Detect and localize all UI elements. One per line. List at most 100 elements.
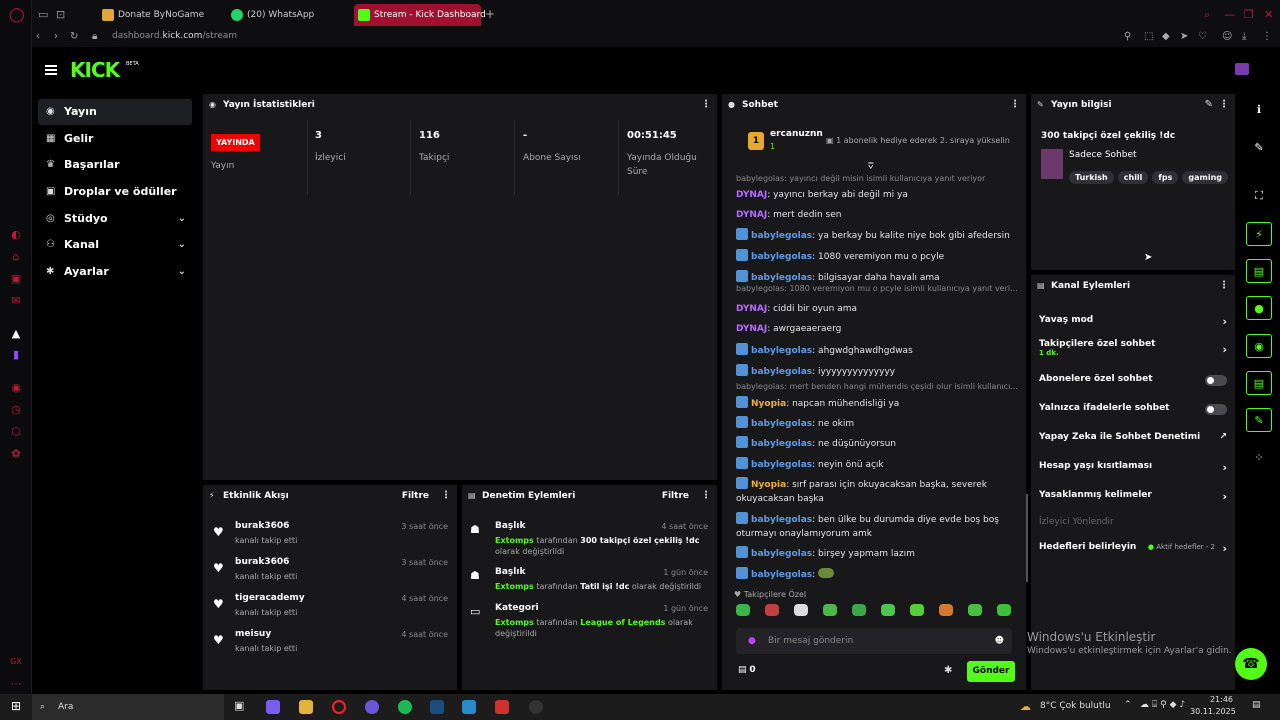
- tag[interactable]: gaming: [1182, 171, 1229, 184]
- messenger-icon[interactable]: ✉: [9, 294, 23, 308]
- microphone-icon[interactable]: ●: [748, 628, 756, 654]
- apps-icon[interactable]: ⁘: [1246, 446, 1272, 470]
- pin-icon[interactable]: ⚲: [1124, 31, 1131, 42]
- aria-icon[interactable]: ◐: [9, 228, 23, 242]
- emoji-icon[interactable]: ☻: [995, 628, 1004, 654]
- emote-icon[interactable]: [968, 604, 982, 616]
- new-tab-icon[interactable]: +: [485, 7, 495, 21]
- tray-icons[interactable]: ☁ ⌸ ⚲ ◆ ♪: [1140, 700, 1185, 710]
- emote-icon[interactable]: [823, 604, 837, 616]
- edit-icon[interactable]: ✎: [1205, 94, 1213, 116]
- tab-island-icon[interactable]: ⊡: [56, 8, 65, 21]
- tag[interactable]: chill: [1117, 171, 1149, 184]
- document-icon[interactable]: ▤: [1246, 259, 1272, 283]
- chat-input[interactable]: ● Bir mesaj gönderin ☻: [736, 628, 1012, 654]
- collapse-icon[interactable]: ⩢: [868, 162, 873, 172]
- chat-username[interactable]: babylegolas: [751, 515, 812, 525]
- steam-icon[interactable]: [430, 700, 444, 714]
- history-icon[interactable]: ◷: [9, 403, 23, 417]
- obs-icon[interactable]: [529, 700, 543, 714]
- points-display[interactable]: ▤ 0: [738, 665, 756, 675]
- chat-username[interactable]: babylegolas: [751, 231, 812, 241]
- chat-username[interactable]: DYNAJ: [736, 304, 767, 314]
- chat-username[interactable]: Nyopia: [751, 399, 786, 409]
- lightning-icon[interactable]: ⚡: [1246, 222, 1272, 246]
- sidebar-item-basarilar[interactable]: ♛ Başarılar: [38, 152, 192, 178]
- chat-username[interactable]: babylegolas: [751, 460, 812, 470]
- slow-mode-action[interactable]: Yavaş mod ›: [1039, 315, 1227, 335]
- subscribers-only-toggle[interactable]: [1205, 375, 1227, 386]
- emote-icon[interactable]: [794, 604, 808, 616]
- close-icon[interactable]: ✕: [1264, 8, 1273, 21]
- emote-icon[interactable]: [736, 604, 750, 616]
- opera-icon[interactable]: [332, 700, 346, 714]
- banned-words-action[interactable]: Yasaklanmış kelimeler ›: [1039, 490, 1227, 510]
- tab-donate[interactable]: Donate ByNoGame: [98, 4, 204, 26]
- sidebar-item-kanal[interactable]: ⚇ Kanal ⌄: [38, 232, 192, 258]
- account-age-action[interactable]: Hesap yaşı kısıtlaması ›: [1039, 461, 1227, 481]
- expand-icon[interactable]: ⛶: [1246, 184, 1272, 208]
- kick-app-icon[interactable]: ▲: [9, 327, 23, 341]
- chat-username[interactable]: babylegolas: [751, 273, 812, 283]
- shield-icon[interactable]: ◆: [1162, 31, 1170, 42]
- opera-logo-icon[interactable]: ◯: [9, 8, 25, 22]
- chat-username[interactable]: DYNAJ: [736, 324, 767, 334]
- category-name[interactable]: Sadece Sohbet: [1069, 150, 1137, 160]
- shop-icon[interactable]: ⌂: [9, 250, 23, 264]
- chat-username[interactable]: babylegolas: [751, 419, 812, 429]
- emote-icon[interactable]: [910, 604, 924, 616]
- chat-username[interactable]: DYNAJ: [736, 210, 767, 220]
- file-explorer-icon[interactable]: [299, 700, 313, 714]
- spotify-icon[interactable]: [398, 700, 412, 714]
- settings-gear-icon[interactable]: ✿: [9, 447, 23, 461]
- sidebar-item-gelir[interactable]: ▦ Gelir: [38, 126, 192, 152]
- info-icon[interactable]: ℹ: [1246, 98, 1272, 122]
- search-tabs-icon[interactable]: ⌕: [1204, 8, 1210, 22]
- profile-icon[interactable]: ☺: [1222, 31, 1232, 42]
- emote-only-toggle[interactable]: [1205, 404, 1227, 415]
- emote-icon[interactable]: [939, 604, 953, 616]
- app-icon[interactable]: [462, 700, 476, 714]
- more-options-icon[interactable]: ⋮: [701, 94, 711, 116]
- event-user[interactable]: tigeracademy: [235, 593, 305, 603]
- emote-icon[interactable]: [997, 604, 1011, 616]
- sidebar-item-yayin[interactable]: ◉ Yayın: [38, 99, 192, 125]
- emote-icon[interactable]: [765, 604, 779, 616]
- emote-icon[interactable]: [881, 604, 895, 616]
- reload-icon[interactable]: ↻: [70, 31, 78, 42]
- clock-time[interactable]: 21:46: [1205, 695, 1233, 704]
- mod-user[interactable]: Extomps: [495, 582, 534, 591]
- more-options-icon[interactable]: ⋮: [1219, 275, 1229, 297]
- chat-username[interactable]: DYNAJ: [736, 190, 767, 200]
- more-options-icon[interactable]: ⋮: [701, 485, 711, 507]
- gx-icon[interactable]: GX: [9, 655, 23, 669]
- goals-action[interactable]: Hedefleri belirleyin ● Aktif hedefler - 2…: [1039, 542, 1227, 562]
- send-button[interactable]: Gönder: [967, 661, 1015, 682]
- event-user[interactable]: burak3606: [235, 521, 289, 531]
- pen-icon[interactable]: ✎: [1246, 136, 1272, 160]
- tag[interactable]: Turkish: [1069, 171, 1114, 184]
- chat-username[interactable]: babylegolas: [751, 549, 812, 559]
- chat-username[interactable]: babylegolas: [751, 570, 812, 580]
- clock-date[interactable]: 30.11.2025: [1190, 707, 1236, 716]
- menu-icon[interactable]: ⋮: [1262, 31, 1272, 42]
- player-icon[interactable]: ◉: [9, 381, 23, 395]
- weather-text[interactable]: 8°C Çok bulutlu: [1040, 701, 1111, 711]
- sidebar-item-droplar[interactable]: ▣ Droplar ve ödüller: [38, 179, 192, 205]
- send-icon[interactable]: ➤: [1180, 31, 1188, 42]
- game-icon[interactable]: ▣: [9, 272, 23, 286]
- chat-username[interactable]: babylegolas: [751, 367, 812, 377]
- category-thumbnail[interactable]: [1041, 149, 1063, 179]
- tag[interactable]: fps: [1152, 171, 1179, 184]
- event-user[interactable]: burak3606: [235, 557, 289, 567]
- broadcast-icon[interactable]: ◉: [1246, 334, 1272, 358]
- chat-username[interactable]: babylegolas: [751, 439, 812, 449]
- mod-user[interactable]: Extomps: [495, 618, 534, 627]
- heart-icon[interactable]: ♡: [1198, 31, 1207, 42]
- workspace-icon[interactable]: ▭: [38, 8, 48, 21]
- emote-icon[interactable]: [852, 604, 866, 616]
- help-chat-icon[interactable]: ☎: [1235, 648, 1267, 680]
- wrench-icon[interactable]: ✎: [1246, 408, 1272, 432]
- forward-icon[interactable]: ›: [54, 31, 58, 42]
- snapshot-icon[interactable]: ⬚: [1144, 31, 1153, 42]
